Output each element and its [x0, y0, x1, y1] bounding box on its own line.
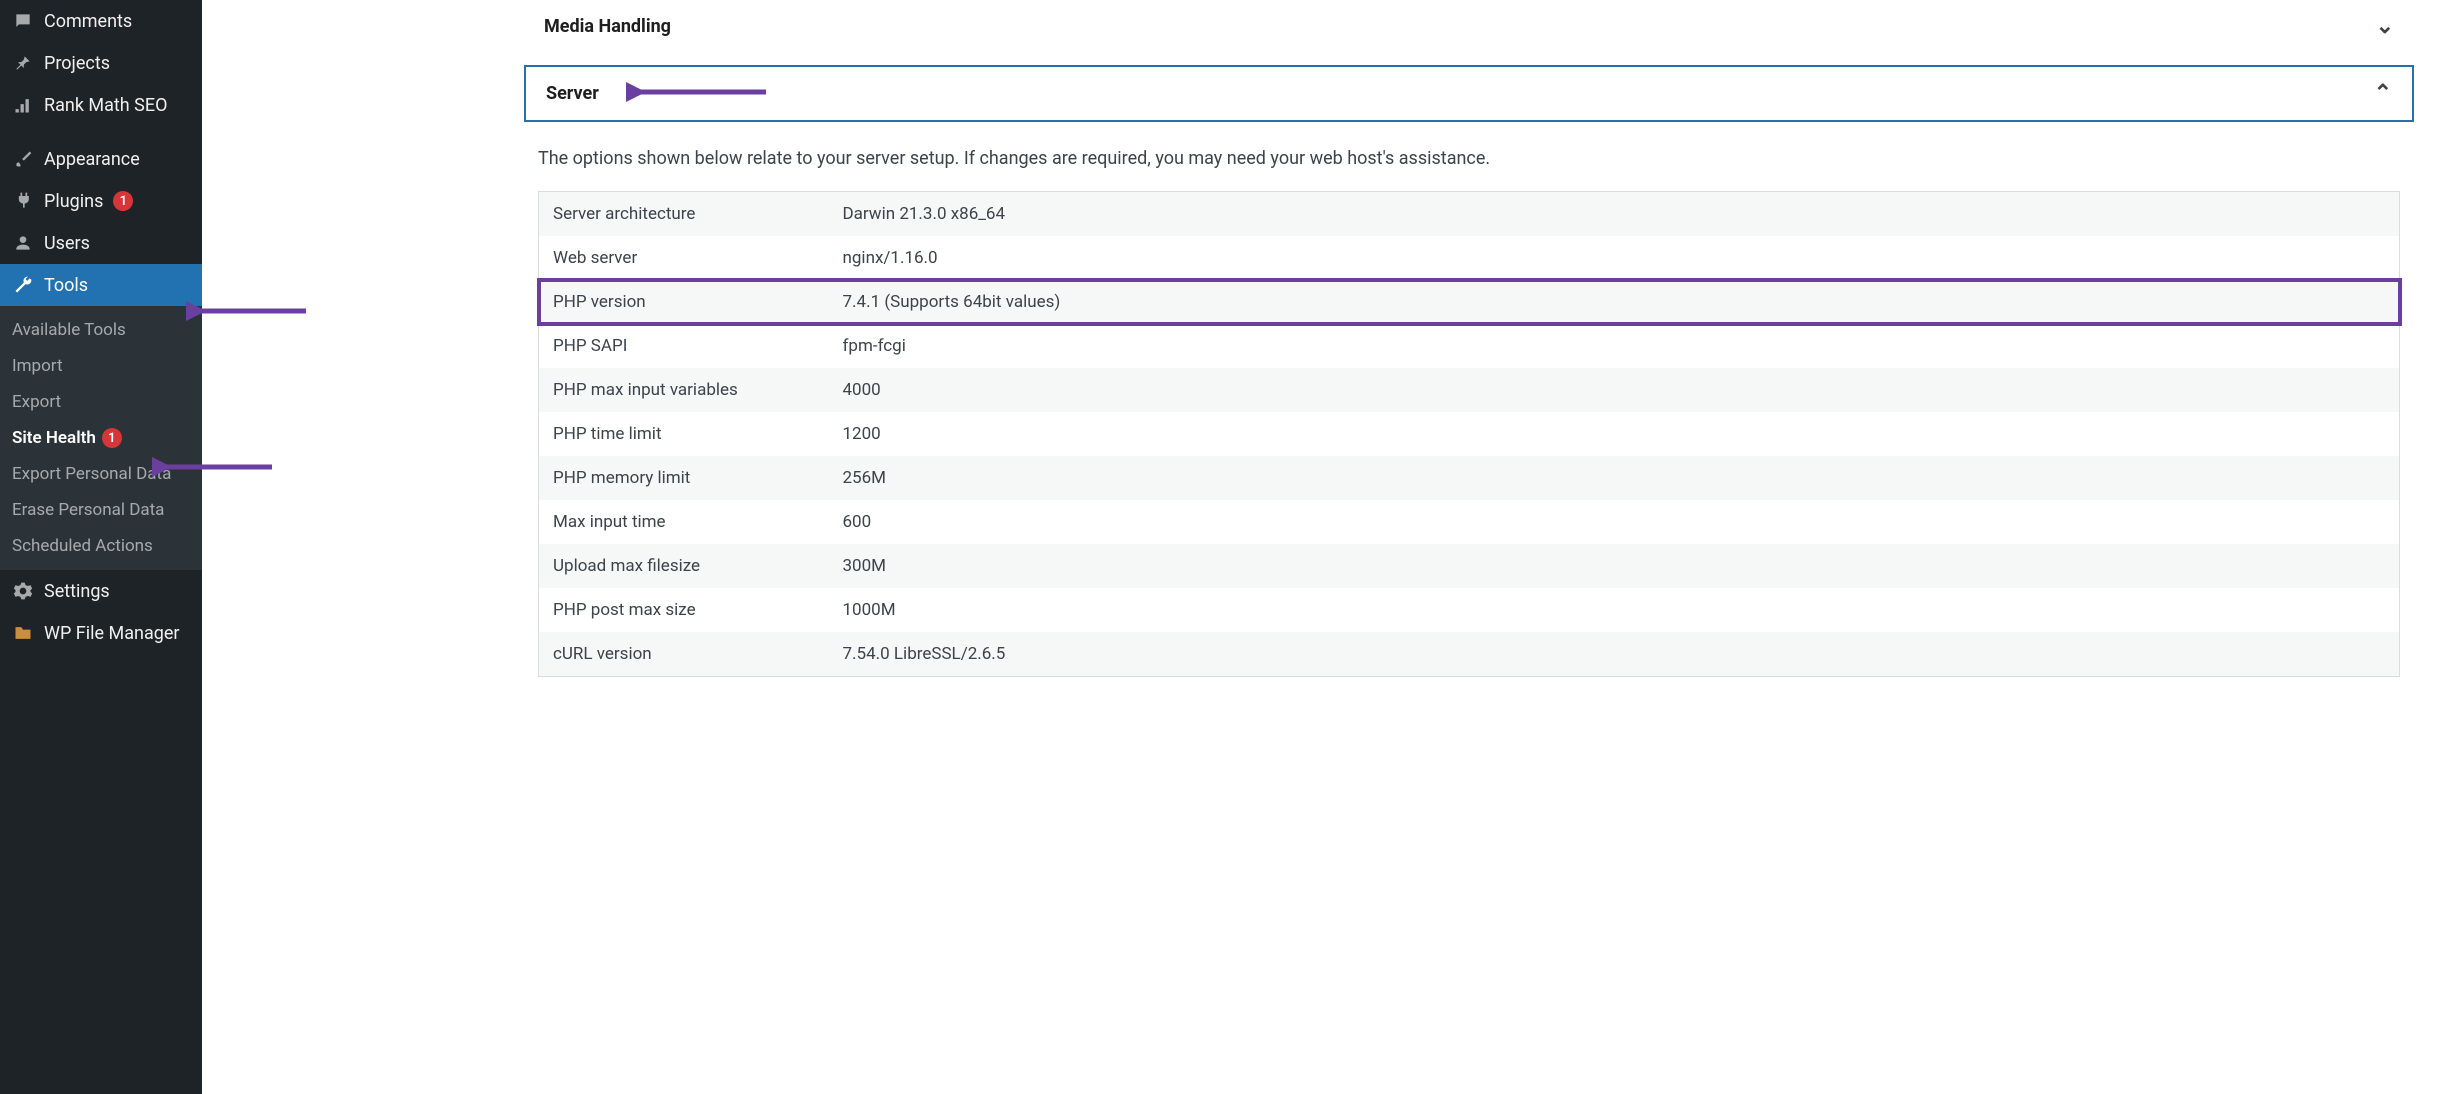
plug-icon	[12, 190, 34, 212]
sidebar-item-wpfilemanager[interactable]: WP File Manager	[0, 612, 202, 654]
sidebar-item-projects[interactable]: Projects	[0, 42, 202, 84]
submenu-export[interactable]: Export	[0, 384, 202, 420]
info-key: PHP memory limit	[539, 456, 829, 500]
info-key: PHP version	[539, 280, 829, 324]
server-info-table: Server architectureDarwin 21.3.0 x86_64W…	[538, 191, 2400, 677]
table-row: Server architectureDarwin 21.3.0 x86_64	[539, 192, 2400, 237]
info-value: 7.54.0 LibreSSL/2.6.5	[829, 632, 2400, 677]
panel-title: Media Handling	[544, 16, 671, 37]
table-row: PHP memory limit256M	[539, 456, 2400, 500]
submenu-scheduled-actions[interactable]: Scheduled Actions	[0, 528, 202, 564]
table-row: PHP max input variables4000	[539, 368, 2400, 412]
table-row: Upload max filesize300M	[539, 544, 2400, 588]
site-health-badge: 1	[102, 428, 122, 448]
sidebar-item-appearance[interactable]: Appearance	[0, 138, 202, 180]
sidebar-item-label: Tools	[44, 275, 88, 296]
info-value: 4000	[829, 368, 2400, 412]
submenu-export-personal[interactable]: Export Personal Data	[0, 456, 202, 492]
table-row: Web servernginx/1.16.0	[539, 236, 2400, 280]
sidebar-item-label: Users	[44, 233, 90, 254]
info-key: cURL version	[539, 632, 829, 677]
info-value: 1200	[829, 412, 2400, 456]
info-key: Server architecture	[539, 192, 829, 237]
panel-server: Server ⌃	[524, 65, 2414, 122]
sidebar-item-settings[interactable]: Settings	[0, 570, 202, 612]
pin-icon	[12, 52, 34, 74]
admin-sidebar: Comments Projects Rank Math SEO Appearan…	[0, 0, 202, 1094]
table-row: PHP version7.4.1 (Supports 64bit values)	[539, 280, 2400, 324]
sidebar-item-label: Settings	[44, 581, 110, 602]
info-key: Upload max filesize	[539, 544, 829, 588]
info-key: Web server	[539, 236, 829, 280]
sidebar-item-label: Plugins	[44, 191, 103, 212]
user-icon	[12, 232, 34, 254]
info-key: PHP max input variables	[539, 368, 829, 412]
info-value: Darwin 21.3.0 x86_64	[829, 192, 2400, 237]
info-value: fpm-fcgi	[829, 324, 2400, 368]
info-key: PHP SAPI	[539, 324, 829, 368]
chevron-down-icon: ⌄	[2376, 14, 2394, 39]
submenu-import[interactable]: Import	[0, 348, 202, 384]
sidebar-item-tools[interactable]: Tools	[0, 264, 202, 306]
brush-icon	[12, 148, 34, 170]
info-value: 600	[829, 500, 2400, 544]
sidebar-item-label: Projects	[44, 53, 110, 74]
chevron-up-icon: ⌃	[2374, 81, 2392, 106]
info-value: nginx/1.16.0	[829, 236, 2400, 280]
info-value: 7.4.1 (Supports 64bit values)	[829, 280, 2400, 324]
table-row: PHP post max size1000M	[539, 588, 2400, 632]
sidebar-item-label: Comments	[44, 11, 132, 32]
submenu-erase-personal[interactable]: Erase Personal Data	[0, 492, 202, 528]
info-value: 300M	[829, 544, 2400, 588]
sidebar-item-comments[interactable]: Comments	[0, 0, 202, 42]
panel-title: Server	[546, 83, 599, 104]
table-row: Max input time600	[539, 500, 2400, 544]
sidebar-item-label: Appearance	[44, 149, 140, 170]
folder-icon	[12, 622, 34, 644]
panel-body-server: The options shown below relate to your s…	[512, 122, 2426, 703]
chart-icon	[12, 94, 34, 116]
panel-header-server[interactable]: Server ⌃	[526, 67, 2412, 120]
panel-header-media[interactable]: Media Handling ⌄	[524, 0, 2414, 53]
panel-media-handling: Media Handling ⌄	[524, 0, 2414, 53]
tools-submenu: Available Tools Import Export Site Healt…	[0, 306, 202, 570]
submenu-available-tools[interactable]: Available Tools	[0, 312, 202, 348]
info-key: PHP time limit	[539, 412, 829, 456]
info-key: Max input time	[539, 500, 829, 544]
main-content: Media Handling ⌄ Server ⌃ The options sh…	[202, 0, 2438, 1094]
settings-icon	[12, 580, 34, 602]
server-description: The options shown below relate to your s…	[538, 148, 2400, 169]
sidebar-item-label: Rank Math SEO	[44, 95, 168, 116]
comment-icon	[12, 10, 34, 32]
sidebar-item-rankmath[interactable]: Rank Math SEO	[0, 84, 202, 126]
table-row: PHP SAPIfpm-fcgi	[539, 324, 2400, 368]
submenu-site-health[interactable]: Site Health 1	[0, 420, 202, 456]
info-key: PHP post max size	[539, 588, 829, 632]
wrench-icon	[12, 274, 34, 296]
table-row: cURL version7.54.0 LibreSSL/2.6.5	[539, 632, 2400, 677]
sidebar-item-label: WP File Manager	[44, 623, 180, 644]
sidebar-item-plugins[interactable]: Plugins 1	[0, 180, 202, 222]
sidebar-item-users[interactable]: Users	[0, 222, 202, 264]
table-row: PHP time limit1200	[539, 412, 2400, 456]
plugins-badge: 1	[113, 191, 133, 211]
info-value: 1000M	[829, 588, 2400, 632]
info-value: 256M	[829, 456, 2400, 500]
